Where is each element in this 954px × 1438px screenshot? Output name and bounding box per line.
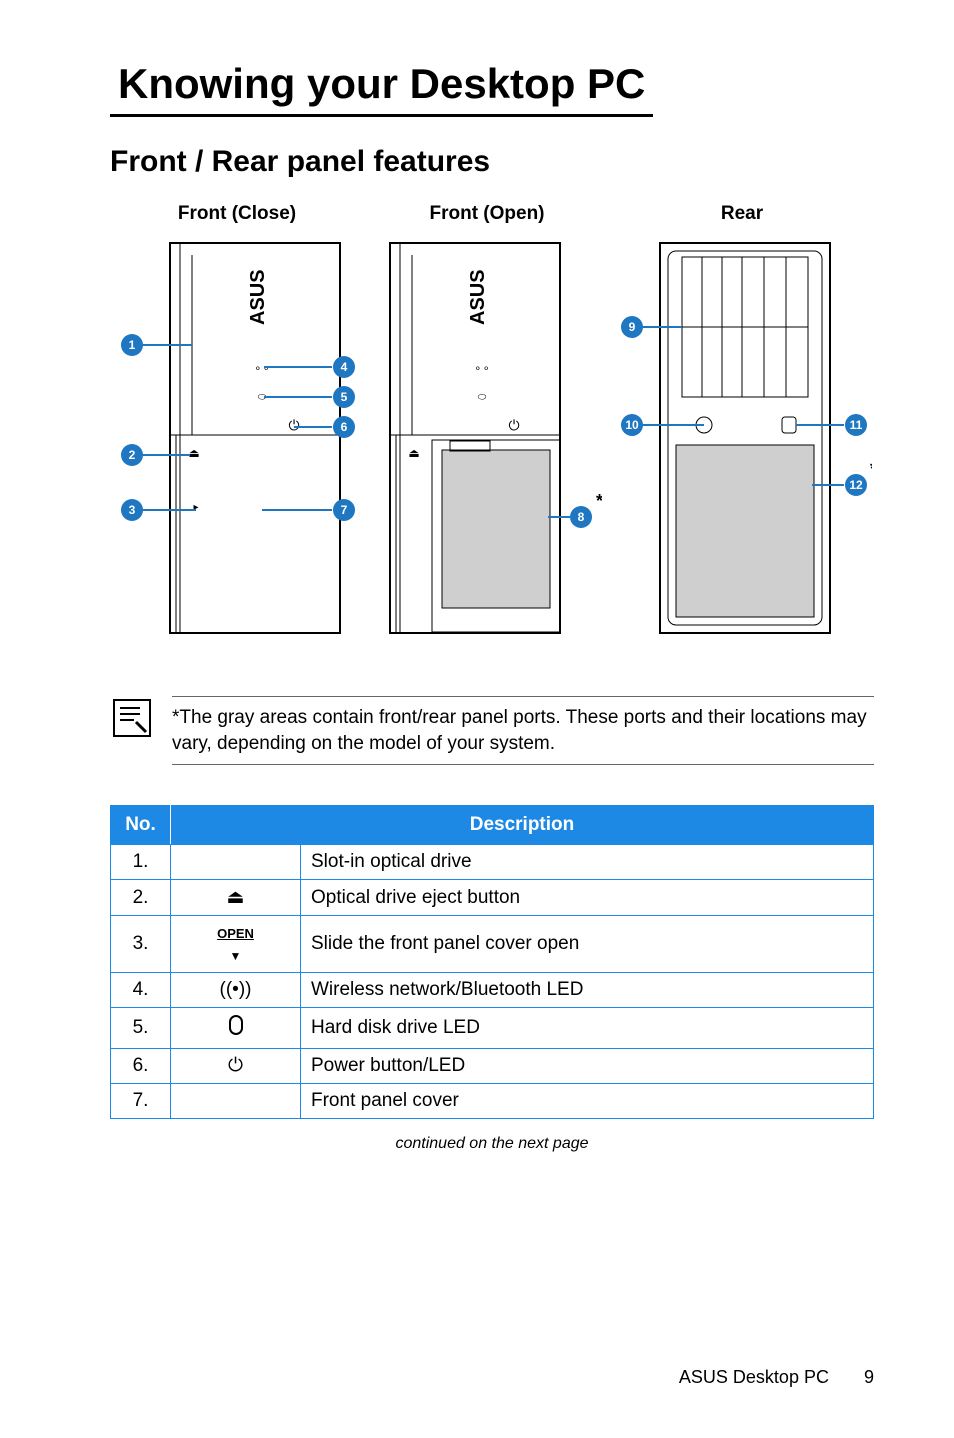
cell-no: 1. [111, 845, 171, 880]
diagram-front-close: Front (Close) ASUS ⚬⚬ ⬭ ⏻ ⏏ ▸ 1 2 [112, 203, 362, 670]
wireless-icon: ((•)) [171, 973, 301, 1008]
callout-7: 7 [341, 503, 348, 517]
open-icon: OPEN▼ [171, 916, 301, 973]
callout-12: 12 [849, 478, 863, 492]
callout-8: 8 [578, 510, 585, 524]
table-row: 1. Slot-in optical drive [111, 845, 874, 880]
front-open-svg: ASUS ⚬⚬ ⬭ ⏻ ⏏ 8 * [372, 235, 602, 665]
table-row: 6. ⏻ Power button/LED [111, 1049, 874, 1084]
rear-svg: 9 10 11 12 * [612, 235, 872, 665]
table-row: 5. Hard disk drive LED [111, 1008, 874, 1049]
cell-no: 4. [111, 973, 171, 1008]
callout-9: 9 [629, 320, 636, 334]
cell-no: 3. [111, 916, 171, 973]
callout-5: 5 [341, 390, 348, 404]
lock-icon [782, 417, 796, 433]
diagram-rear: Rear 9 10 [612, 203, 872, 670]
callout-4: 4 [341, 360, 348, 374]
th-no: No. [111, 806, 171, 845]
cell-no: 2. [111, 880, 171, 916]
asus-logo-text: ASUS [467, 269, 489, 325]
callout-2: 2 [129, 448, 136, 462]
svg-text:⚬⚬: ⚬⚬ [254, 364, 271, 375]
callout-6: 6 [341, 420, 348, 434]
page-footer: ASUS Desktop PC 9 [679, 1367, 874, 1388]
description-table: No. Description 1. Slot-in optical drive… [110, 805, 874, 1119]
asus-logo-text: ASUS [247, 269, 269, 325]
cell-desc: Optical drive eject button [301, 880, 874, 916]
diagram-front-open: Front (Open) ASUS ⚬⚬ ⬭ ⏻ ⏏ 8 * [372, 203, 602, 670]
power-icon: ⏻ [288, 417, 299, 433]
note-text: *The gray areas contain front/rear panel… [172, 705, 874, 756]
page-title: Knowing your Desktop PC [118, 60, 645, 108]
vent-icon [682, 257, 808, 397]
title-block: Knowing your Desktop PC [110, 60, 874, 117]
note-icon [110, 696, 154, 745]
diagram-label: Rear [612, 203, 872, 225]
th-desc: Description [171, 806, 874, 845]
continued-text: continued on the next page [110, 1135, 874, 1153]
note-block: *The gray areas contain front/rear panel… [110, 696, 874, 765]
svg-text:▸: ▸ [193, 502, 198, 513]
asterisk: * [596, 491, 602, 511]
cell-icon [171, 845, 301, 880]
svg-text:⏏: ⏏ [408, 446, 419, 460]
cell-no: 6. [111, 1049, 171, 1084]
cell-desc: Wireless network/Bluetooth LED [301, 973, 874, 1008]
cell-icon [171, 1084, 301, 1119]
cell-no: 5. [111, 1008, 171, 1049]
svg-text:⏻: ⏻ [508, 417, 519, 433]
callout-10: 10 [625, 418, 639, 432]
cell-desc: Hard disk drive LED [301, 1008, 874, 1049]
asterisk: * [870, 459, 872, 479]
cell-desc: Power button/LED [301, 1049, 874, 1084]
svg-text:⚬⚬: ⚬⚬ [474, 364, 491, 375]
cell-desc: Slot-in optical drive [301, 845, 874, 880]
front-close-svg: ASUS ⚬⚬ ⬭ ⏻ ⏏ ▸ 1 2 3 4 5 6 [112, 235, 362, 665]
section-heading: Front / Rear panel features [110, 145, 874, 179]
table-row: 3. OPEN▼ Slide the front panel cover ope… [111, 916, 874, 973]
diagram-label: Front (Close) [112, 203, 362, 225]
callout-11: 11 [850, 418, 863, 432]
svg-text:⬭: ⬭ [478, 392, 487, 403]
hdd-icon [171, 1008, 301, 1049]
table-row: 4. ((•)) Wireless network/Bluetooth LED [111, 973, 874, 1008]
cell-no: 7. [111, 1084, 171, 1119]
callout-3: 3 [129, 503, 136, 517]
table-row: 2. ⏏ Optical drive eject button [111, 880, 874, 916]
table-row: 7. Front panel cover [111, 1084, 874, 1119]
eject-icon: ⏏ [171, 880, 301, 916]
footer-product: ASUS Desktop PC [679, 1367, 829, 1387]
callout-1: 1 [129, 338, 136, 352]
power-icon: ⏻ [171, 1049, 301, 1084]
cell-desc: Front panel cover [301, 1084, 874, 1119]
diagram-row: Front (Close) ASUS ⚬⚬ ⬭ ⏻ ⏏ ▸ 1 2 [110, 203, 874, 670]
cell-desc: Slide the front panel cover open [301, 916, 874, 973]
eject-icon: ⏏ [188, 446, 199, 460]
footer-page-number: 9 [864, 1367, 874, 1387]
diagram-label: Front (Open) [372, 203, 602, 225]
